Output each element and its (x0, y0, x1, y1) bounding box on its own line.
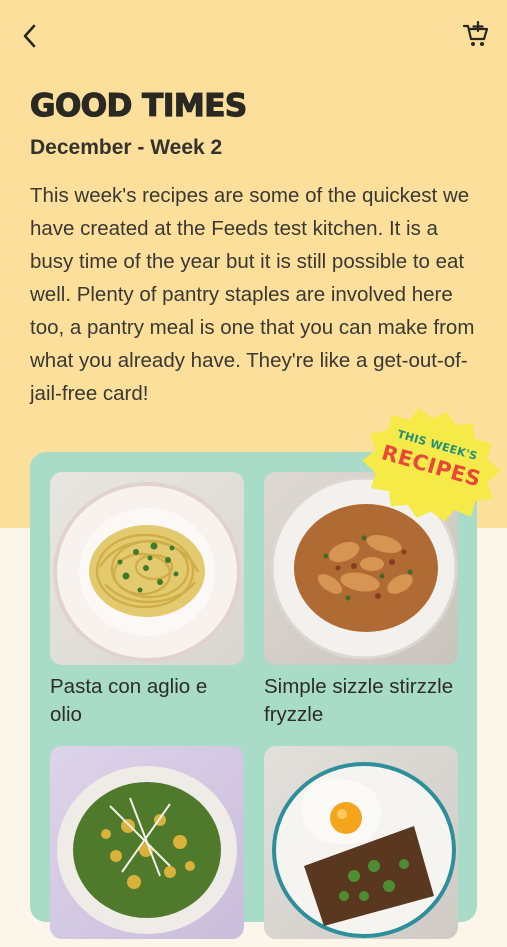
add-to-cart-icon (462, 21, 489, 46)
chevron-left-icon (23, 24, 36, 48)
recipe-image-pasta (50, 472, 244, 665)
pasta-plate-illustration (53, 482, 241, 662)
back-button[interactable] (14, 20, 46, 52)
egg-toast-plate-illustration (272, 762, 456, 938)
add-to-cart-button[interactable] (459, 18, 493, 52)
recipe-image-egg-toast (264, 746, 458, 939)
page-subtitle: December - Week 2 (30, 136, 223, 159)
page-title: GOOD TIMES (29, 87, 247, 124)
recipe-card-greens[interactable] (50, 746, 244, 947)
recipes-card: Pasta con aglio e olio Simple sizzle sti… (30, 452, 477, 939)
top-bar (0, 0, 507, 70)
page-description: This week's recipes are some of the quic… (30, 184, 475, 405)
recipe-name: Pasta con aglio e olio (50, 675, 208, 726)
greens-bowl-illustration (57, 766, 237, 934)
recipe-card-egg-toast[interactable] (264, 746, 458, 947)
recipe-name: Simple sizzle stirzzle fryzzle (264, 675, 454, 726)
recipe-image-greens (50, 746, 244, 939)
recipe-card-pasta[interactable]: Pasta con aglio e olio (50, 472, 244, 729)
